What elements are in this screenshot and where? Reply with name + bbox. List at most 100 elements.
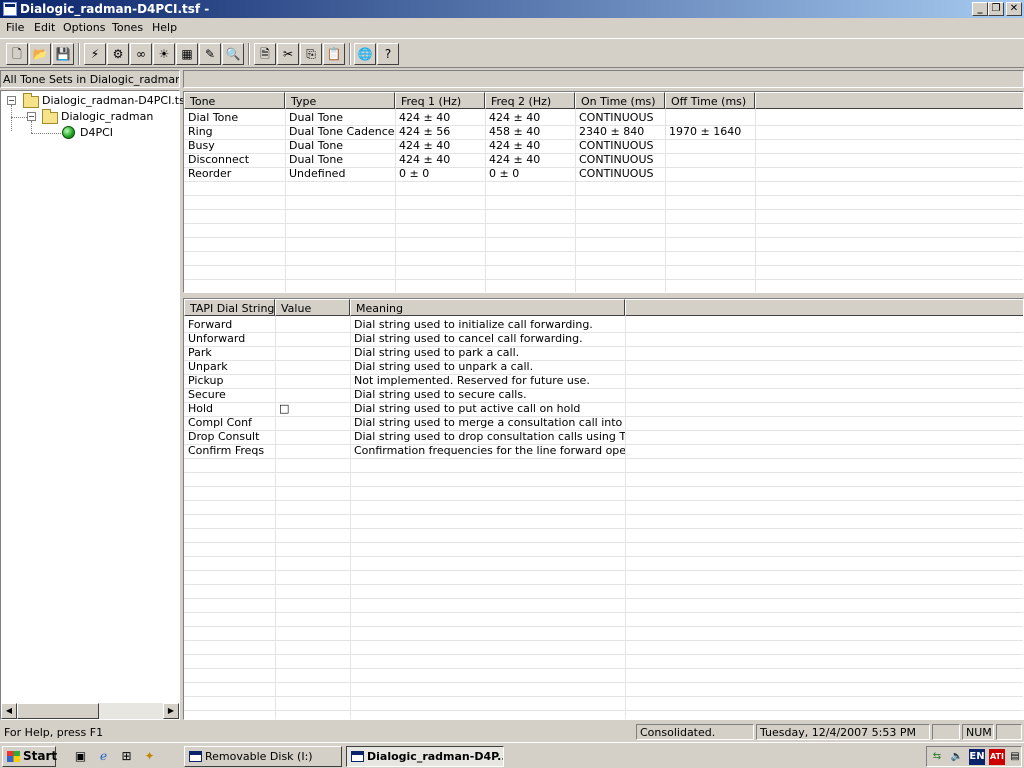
help-icon[interactable]: ?	[377, 43, 399, 65]
value-cell	[275, 444, 350, 458]
print-preview-icon[interactable]: 🔍	[222, 43, 244, 65]
column-header-value[interactable]: Value	[275, 299, 350, 316]
task-removable-disk[interactable]: Removable Disk (I:)	[184, 746, 342, 767]
cut-icon[interactable]: ✂	[277, 43, 299, 65]
gears-icon[interactable]: ⚙	[107, 43, 129, 65]
table-row[interactable]: Busy Dual Tone 424 ± 40 424 ± 40 CONTINUOUS	[184, 139, 1023, 153]
right-pane-header	[183, 70, 1024, 88]
tree-line	[31, 133, 61, 134]
table-row[interactable]: Compl Conf Dial string used to merge a co…	[184, 416, 1023, 430]
app-icon[interactable]	[3, 2, 17, 16]
table-row[interactable]: Reorder Undefined 0 ± 0 0 ± 0 CONTINUOUS	[184, 167, 1023, 181]
menu-options[interactable]: Options	[63, 21, 105, 34]
toolbar-separator	[349, 43, 351, 65]
collapse-icon[interactable]: −	[27, 112, 36, 121]
paste-icon[interactable]: 📋	[323, 43, 345, 65]
network-icon[interactable]: ⊞	[118, 748, 135, 765]
globe-icon[interactable]: 🌐	[354, 43, 376, 65]
menu-edit[interactable]: Edit	[34, 21, 55, 34]
tone-type-cell: Dual Tone	[289, 153, 344, 166]
table-row[interactable]: Pickup Not implemented. Reserved for futu…	[184, 374, 1023, 388]
menu-tones[interactable]: Tones	[112, 21, 143, 34]
grid-line	[184, 430, 1023, 431]
scroll-left-arrow[interactable]: ◀	[1, 703, 17, 719]
tree-node-set[interactable]: Dialogic_radman	[61, 110, 153, 123]
scroll-thumb[interactable]	[17, 703, 99, 719]
internet-explorer-icon[interactable]: ℯ	[95, 748, 112, 765]
tree-node-root[interactable]: Dialogic_radman-D4PCI.tsf	[42, 94, 189, 107]
tone-name-cell: Disconnect	[188, 153, 250, 166]
table-row[interactable]: Disconnect Dual Tone 424 ± 40 424 ± 40 CONTI…	[184, 153, 1023, 167]
table-row[interactable]: Unforward Dial string used to cancel call…	[184, 332, 1023, 346]
close-button[interactable]: ✕	[1006, 2, 1022, 16]
table-row[interactable]: Hold □ Dial string used to put active call…	[184, 402, 1023, 416]
column-header-meaning[interactable]: Meaning	[350, 299, 625, 316]
task-dialogic[interactable]: Dialogic_radman-D4P...	[346, 746, 504, 767]
new-icon[interactable]: 🗋	[6, 43, 28, 65]
grid-line	[184, 696, 1023, 697]
volume-icon[interactable]: 🔈	[949, 749, 965, 765]
copy-icon[interactable]: ⎘	[300, 43, 322, 65]
grid-line	[184, 556, 1023, 557]
table-row[interactable]: Forward Dial string used to initialize ca…	[184, 318, 1023, 332]
open-icon[interactable]: 📂	[29, 43, 51, 65]
wizard-icon[interactable]: ✦	[141, 748, 158, 765]
menu-file[interactable]: File	[6, 21, 24, 34]
start-label: Start	[23, 749, 58, 763]
task-label: Dialogic_radman-D4P...	[367, 750, 504, 763]
save-icon[interactable]: 💾	[52, 43, 74, 65]
grid-line	[184, 223, 1023, 224]
table-row[interactable]: Secure Dial string used to secure calls.	[184, 388, 1023, 402]
on-time-cell: CONTINUOUS	[579, 139, 654, 152]
tree-view[interactable]: − Dialogic_radman-D4PCI.tsf − Dialogic_r…	[0, 90, 189, 720]
freq2-cell: 424 ± 40	[489, 139, 541, 152]
tree-horizontal-scrollbar[interactable]: ◀ ▶	[1, 703, 179, 719]
table-row[interactable]: Dial Tone Dual Tone 424 ± 40 424 ± 40 CONTIN…	[184, 111, 1023, 125]
table-row[interactable]: Unpark Dial string used to unpark a call.	[184, 360, 1023, 374]
column-header-freq2[interactable]: Freq 2 (Hz)	[485, 92, 575, 109]
column-header-tone[interactable]: Tone	[184, 92, 285, 109]
language-indicator[interactable]: EN	[969, 749, 985, 765]
grid-line	[184, 279, 1023, 280]
new-page-icon[interactable]: 🗎	[254, 43, 276, 65]
meaning-cell: Dial string used to secure calls.	[354, 388, 527, 401]
start-button[interactable]: Start	[2, 746, 58, 767]
grid-line	[184, 402, 1023, 403]
table-row[interactable]: Drop Consult Dial string used to drop con…	[184, 430, 1023, 444]
on-time-cell: 2340 ± 840	[579, 125, 645, 138]
tree-node-device[interactable]: D4PCI	[80, 126, 113, 139]
table-row[interactable]: Confirm Freqs Confirmation frequencies fo…	[184, 444, 1023, 458]
collapse-icon[interactable]: −	[7, 96, 16, 105]
wand-icon[interactable]: ⚡	[84, 43, 106, 65]
column-header-off-time[interactable]: Off Time (ms)	[665, 92, 755, 109]
network-tray-icon[interactable]: ⇆	[929, 749, 945, 765]
table-row[interactable]: Ring Dual Tone Cadence 424 ± 56 458 ± 40 234…	[184, 125, 1023, 139]
tone-name-cell: Dial Tone	[188, 111, 239, 124]
table-row[interactable]: Park Dial string used to park a call.	[184, 346, 1023, 360]
grid-line	[184, 598, 1023, 599]
grid-icon[interactable]: ▦	[176, 43, 198, 65]
dial-string-cell: Compl Conf	[188, 416, 252, 429]
column-header-dial-string[interactable]: TAPI Dial String	[184, 299, 275, 316]
grid-line	[184, 195, 1023, 196]
menu-help[interactable]: Help	[152, 21, 177, 34]
column-header-type[interactable]: Type	[285, 92, 395, 109]
off-time-cell	[665, 139, 755, 153]
minimize-button[interactable]: _	[972, 2, 988, 16]
tray-app-icon[interactable]: ▤	[1007, 749, 1023, 765]
grid-line	[184, 332, 1023, 333]
tree-line	[11, 105, 12, 131]
show-desktop-icon[interactable]: ▣	[72, 748, 89, 765]
grid-line	[184, 153, 1023, 154]
column-header-freq1[interactable]: Freq 1 (Hz)	[395, 92, 485, 109]
tone-name-cell: Ring	[188, 125, 213, 138]
scroll-right-arrow[interactable]: ▶	[163, 703, 179, 719]
restore-button[interactable]: ❐	[988, 2, 1004, 16]
edit-icon[interactable]: ✎	[199, 43, 221, 65]
ati-icon[interactable]: ATI	[989, 749, 1005, 765]
column-header-on-time[interactable]: On Time (ms)	[575, 92, 665, 109]
tones-list[interactable]: Tone Type Freq 1 (Hz) Freq 2 (Hz) On Tim…	[183, 91, 1024, 293]
dial-strings-list[interactable]: TAPI Dial String Value Meaning Forward Di…	[183, 298, 1024, 720]
bulb-icon[interactable]: ☀	[153, 43, 175, 65]
glasses-icon[interactable]: ∞	[130, 43, 152, 65]
